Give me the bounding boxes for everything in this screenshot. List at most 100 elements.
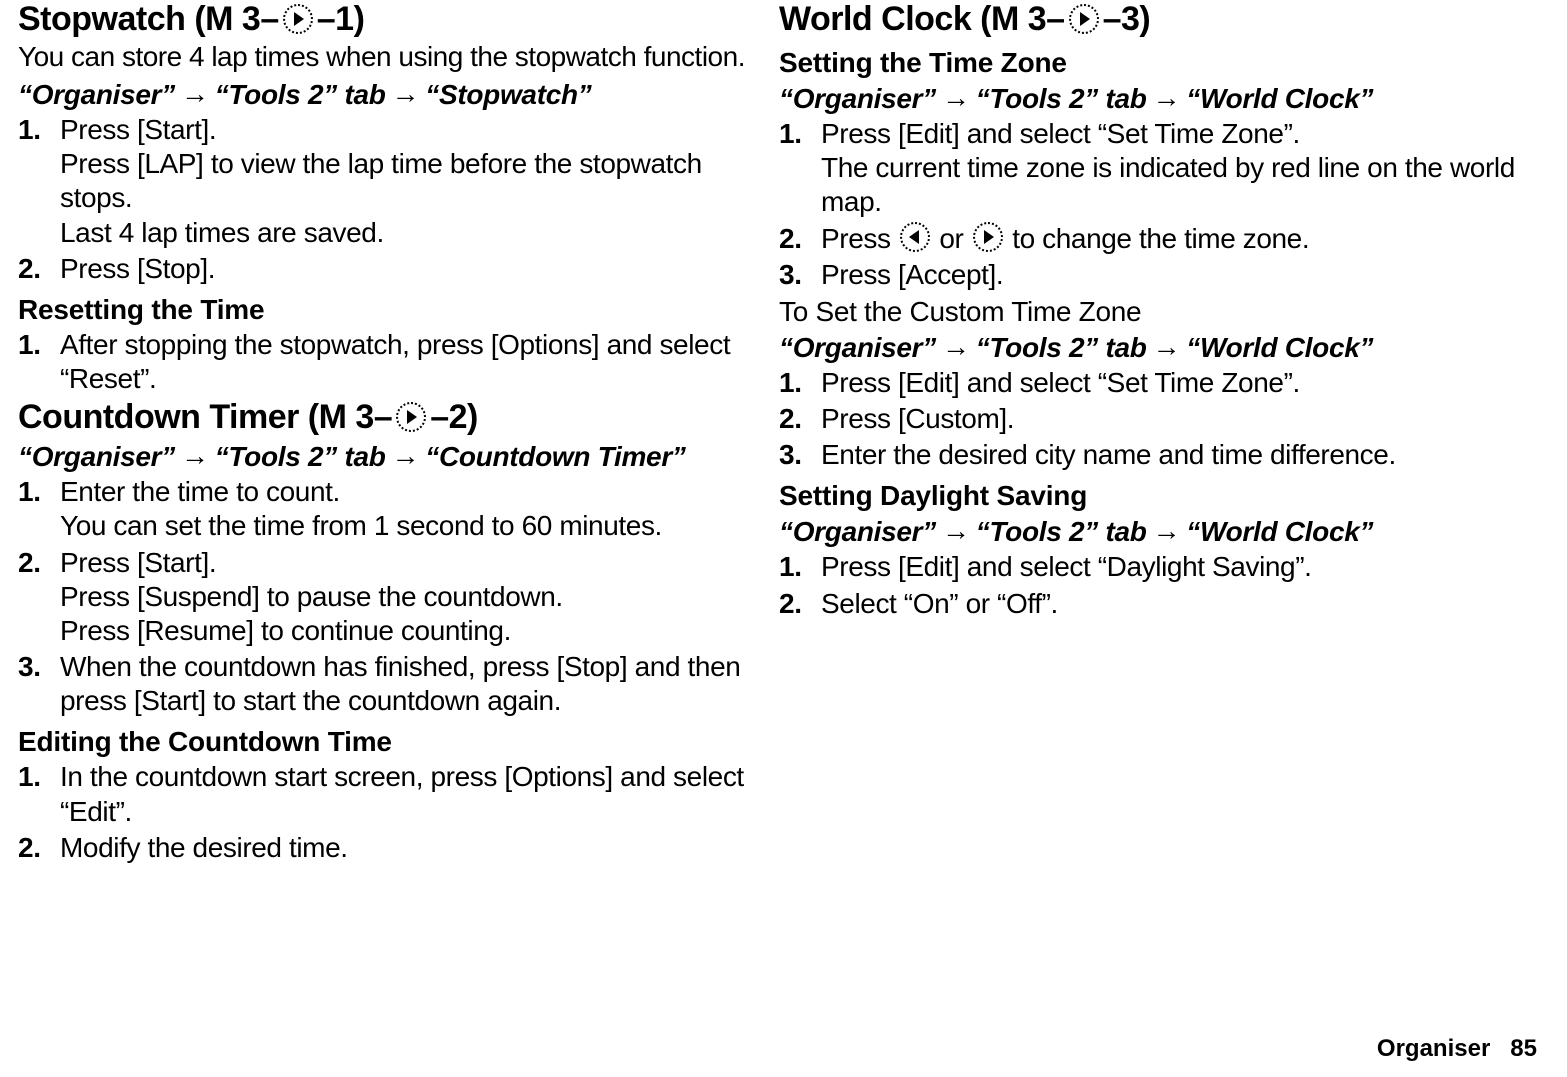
path-seg: “Tools 2” tab — [215, 441, 386, 472]
heading-stopwatch: Stopwatch (M 3– –1) — [18, 0, 763, 39]
arrow-icon: → — [942, 82, 970, 114]
edit-countdown-steps: In the countdown start screen, press [Op… — [18, 760, 763, 864]
step-sub: The current time zone is indicated by re… — [821, 151, 1549, 219]
step-sub: You can set the time from 1 second to 60… — [60, 509, 763, 543]
path-seg: “Tools 2” tab — [976, 332, 1147, 363]
heading-countdown-pre: Countdown Timer (M 3– — [18, 398, 392, 436]
step-item: Press or to change the time zone. — [779, 222, 1549, 256]
worldclock-path-3: “Organiser”→“Tools 2” tab→“World Clock” — [779, 516, 1549, 548]
heading-stopwatch-pre: Stopwatch (M 3– — [18, 0, 279, 38]
step-main: Press [Stop]. — [60, 253, 215, 284]
heading-worldclock: World Clock (M 3– –3) — [779, 0, 1549, 39]
stopwatch-intro: You can store 4 lap times when using the… — [18, 41, 763, 73]
path-seg: “Organiser” — [18, 79, 175, 110]
arrow-icon: → — [392, 440, 420, 472]
step-item: Press [Edit] and select “Daylight Saving… — [779, 550, 1549, 584]
page-footer: Organiser 85 — [1377, 1035, 1537, 1063]
arrow-icon: → — [392, 78, 420, 110]
step-sub: Press [LAP] to view the lap time before … — [60, 147, 763, 215]
step-sub: Press [Suspend] to pause the countdown. — [60, 580, 763, 614]
arrow-icon: → — [942, 515, 970, 547]
right-column: World Clock (M 3––3) Setting the Time Zo… — [779, 0, 1549, 623]
reset-heading: Resetting the Time — [18, 294, 763, 326]
tz-steps: Press [Edit] and select “Set Time Zone”.… — [779, 117, 1549, 292]
path-seg: “Tools 2” tab — [215, 79, 386, 110]
arrow-icon: → — [1153, 331, 1181, 363]
path-seg: “World Clock” — [1186, 516, 1373, 547]
step-item: Enter the desired city name and time dif… — [779, 438, 1549, 472]
left-triangle-icon — [900, 222, 930, 252]
step-sub: Press [Resume] to continue counting. — [60, 614, 763, 648]
step-main: Press [Start]. — [60, 114, 216, 145]
step-item: After stopping the stopwatch, press [Opt… — [18, 328, 763, 396]
custom-tz-steps: Press [Edit] and select “Set Time Zone”.… — [779, 366, 1549, 472]
path-seg: “Tools 2” tab — [976, 516, 1147, 547]
worldclock-path-2: “Organiser”→“Tools 2” tab→“World Clock” — [779, 332, 1549, 364]
right-triangle-icon — [283, 4, 313, 34]
step-main-post: to change the time zone. — [1005, 223, 1309, 254]
step-item: Select “On” or “Off”. — [779, 587, 1549, 621]
arrow-icon: → — [942, 331, 970, 363]
step-item: In the countdown start screen, press [Op… — [18, 760, 763, 828]
right-triangle-icon — [396, 402, 426, 432]
dst-heading: Setting Daylight Saving — [779, 480, 1549, 512]
step-main: Press [Edit] and select “Daylight Saving… — [821, 551, 1312, 582]
step-item: Modify the desired time. — [18, 831, 763, 865]
step-main: Select “On” or “Off”. — [821, 588, 1058, 619]
step-item: Press [Stop]. — [18, 252, 763, 286]
step-item: Press [Custom]. — [779, 402, 1549, 436]
arrow-icon: → — [1153, 82, 1181, 114]
path-seg: “World Clock” — [1186, 332, 1373, 363]
step-main: In the countdown start screen, press [Op… — [60, 761, 744, 826]
step-item: Press [Start]. Press [Suspend] to pause … — [18, 546, 763, 648]
arrow-icon: → — [181, 440, 209, 472]
path-seg: “Organiser” — [779, 516, 936, 547]
countdown-steps: Enter the time to count. You can set the… — [18, 475, 763, 718]
path-seg: “Organiser” — [18, 441, 175, 472]
step-main: After stopping the stopwatch, press [Opt… — [60, 329, 730, 394]
heading-countdown-post: –2) — [430, 398, 478, 436]
reset-steps: After stopping the stopwatch, press [Opt… — [18, 328, 763, 396]
step-item: Press [Accept]. — [779, 258, 1549, 292]
step-sub: Last 4 lap times are saved. — [60, 216, 763, 250]
countdown-path: “Organiser”→“Tools 2” tab→“Countdown Tim… — [18, 441, 763, 473]
stopwatch-steps: Press [Start]. Press [LAP] to view the l… — [18, 113, 763, 286]
step-item: Press [Edit] and select “Set Time Zone”.… — [779, 117, 1549, 219]
step-main: Press [Edit] and select “Set Time Zone”. — [821, 367, 1300, 398]
arrow-icon: → — [1153, 515, 1181, 547]
path-seg: “Tools 2” tab — [976, 83, 1147, 114]
step-item: Press [Edit] and select “Set Time Zone”. — [779, 366, 1549, 400]
heading-worldclock-post: –3) — [1103, 0, 1151, 38]
custom-tz-note: To Set the Custom Time Zone — [779, 296, 1549, 328]
arrow-icon: → — [181, 78, 209, 110]
right-triangle-icon — [973, 222, 1003, 252]
step-main: Modify the desired time. — [60, 832, 348, 863]
stopwatch-path: “Organiser”→“Tools 2” tab→“Stopwatch” — [18, 79, 763, 111]
worldclock-path-1: “Organiser”→“Tools 2” tab→“World Clock” — [779, 83, 1549, 115]
footer-page: 85 — [1510, 1035, 1537, 1062]
step-main: Enter the time to count. — [60, 476, 340, 507]
step-main: Press [Start]. — [60, 547, 216, 578]
step-item: Press [Start]. Press [LAP] to view the l… — [18, 113, 763, 250]
right-triangle-icon — [1069, 4, 1099, 34]
step-main-mid: or — [932, 223, 971, 254]
footer-chapter: Organiser — [1377, 1035, 1490, 1062]
heading-countdown: Countdown Timer (M 3– –2) — [18, 398, 763, 437]
step-main: Enter the desired city name and time dif… — [821, 439, 1396, 470]
path-seg: “World Clock” — [1186, 83, 1373, 114]
step-main: Press [Edit] and select “Set Time Zone”. — [821, 118, 1300, 149]
left-column: Stopwatch (M 3– –1) You can store 4 lap t… — [18, 0, 763, 867]
step-main: When the countdown has finished, press [… — [60, 651, 740, 716]
step-item: When the countdown has finished, press [… — [18, 650, 763, 718]
heading-stopwatch-post: –1) — [317, 0, 365, 38]
path-seg: “Organiser” — [779, 83, 936, 114]
path-seg: “Stopwatch” — [425, 79, 591, 110]
step-main-pre: Press — [821, 223, 898, 254]
path-seg: “Organiser” — [779, 332, 936, 363]
edit-countdown-heading: Editing the Countdown Time — [18, 726, 763, 758]
path-seg: “Countdown Timer” — [425, 441, 685, 472]
dst-steps: Press [Edit] and select “Daylight Saving… — [779, 550, 1549, 620]
step-main: Press [Accept]. — [821, 259, 1003, 290]
heading-worldclock-pre: World Clock (M 3– — [779, 0, 1065, 38]
step-main: Press [Custom]. — [821, 403, 1014, 434]
